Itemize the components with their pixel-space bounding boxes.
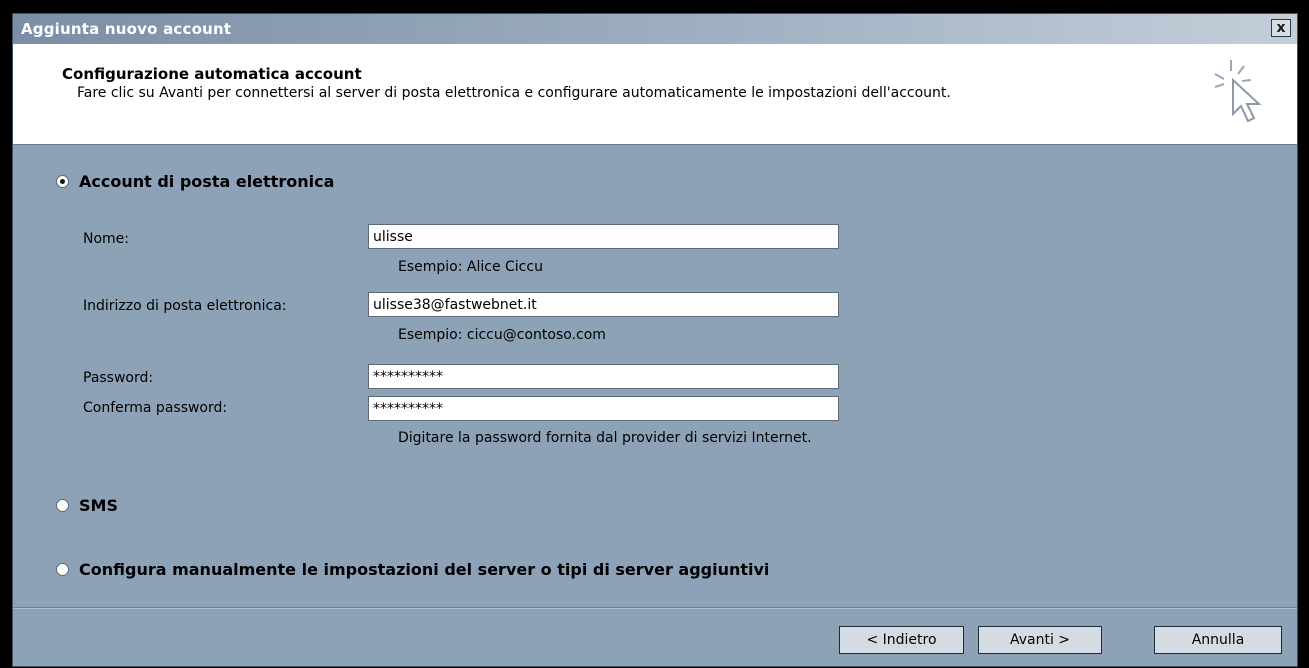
wizard-header: Configurazione automatica account Fare c… (13, 44, 1297, 145)
window-title: Aggiunta nuovo account (21, 20, 232, 38)
email-account-label: Account di posta elettronica (79, 172, 335, 191)
manual-config-label: Configura manualmente le impostazioni de… (79, 560, 770, 579)
next-button[interactable]: Avanti > (978, 626, 1102, 654)
footer-separator (13, 607, 1297, 609)
password-hint: Digitare la password fornita dal provide… (398, 430, 812, 446)
password-input[interactable] (368, 364, 839, 389)
sms-radio[interactable] (56, 499, 69, 512)
email-account-radio[interactable] (56, 175, 69, 188)
confirm-password-input[interactable] (368, 396, 839, 421)
cursor-click-icon (1214, 60, 1262, 123)
name-label: Nome: (83, 231, 130, 247)
option-email-account[interactable]: Account di posta elettronica (56, 172, 334, 191)
email-input[interactable] (368, 292, 839, 317)
title-bar[interactable]: Aggiunta nuovo account x (13, 14, 1297, 44)
back-button[interactable]: < Indietro (839, 626, 964, 654)
email-hint: Esempio: ciccu@contoso.com (398, 327, 606, 343)
close-button[interactable]: x (1271, 19, 1291, 37)
confirm-password-label: Conferma password: (83, 400, 228, 416)
name-input[interactable] (368, 224, 839, 249)
email-label: Indirizzo di posta elettronica: (83, 298, 287, 314)
close-icon: x (1276, 20, 1286, 36)
header-description: Fare clic su Avanti per connettersi al s… (77, 85, 951, 101)
option-sms[interactable]: SMS (56, 496, 118, 515)
name-hint: Esempio: Alice Ciccu (398, 259, 543, 275)
sms-label: SMS (79, 496, 118, 515)
password-label: Password: (83, 370, 154, 386)
header-title: Configurazione automatica account (62, 65, 362, 83)
option-manual-config[interactable]: Configura manualmente le impostazioni de… (56, 560, 769, 579)
add-account-dialog: Aggiunta nuovo account x Configurazione … (12, 13, 1298, 667)
manual-config-radio[interactable] (56, 563, 69, 576)
cancel-button[interactable]: Annulla (1154, 626, 1282, 654)
